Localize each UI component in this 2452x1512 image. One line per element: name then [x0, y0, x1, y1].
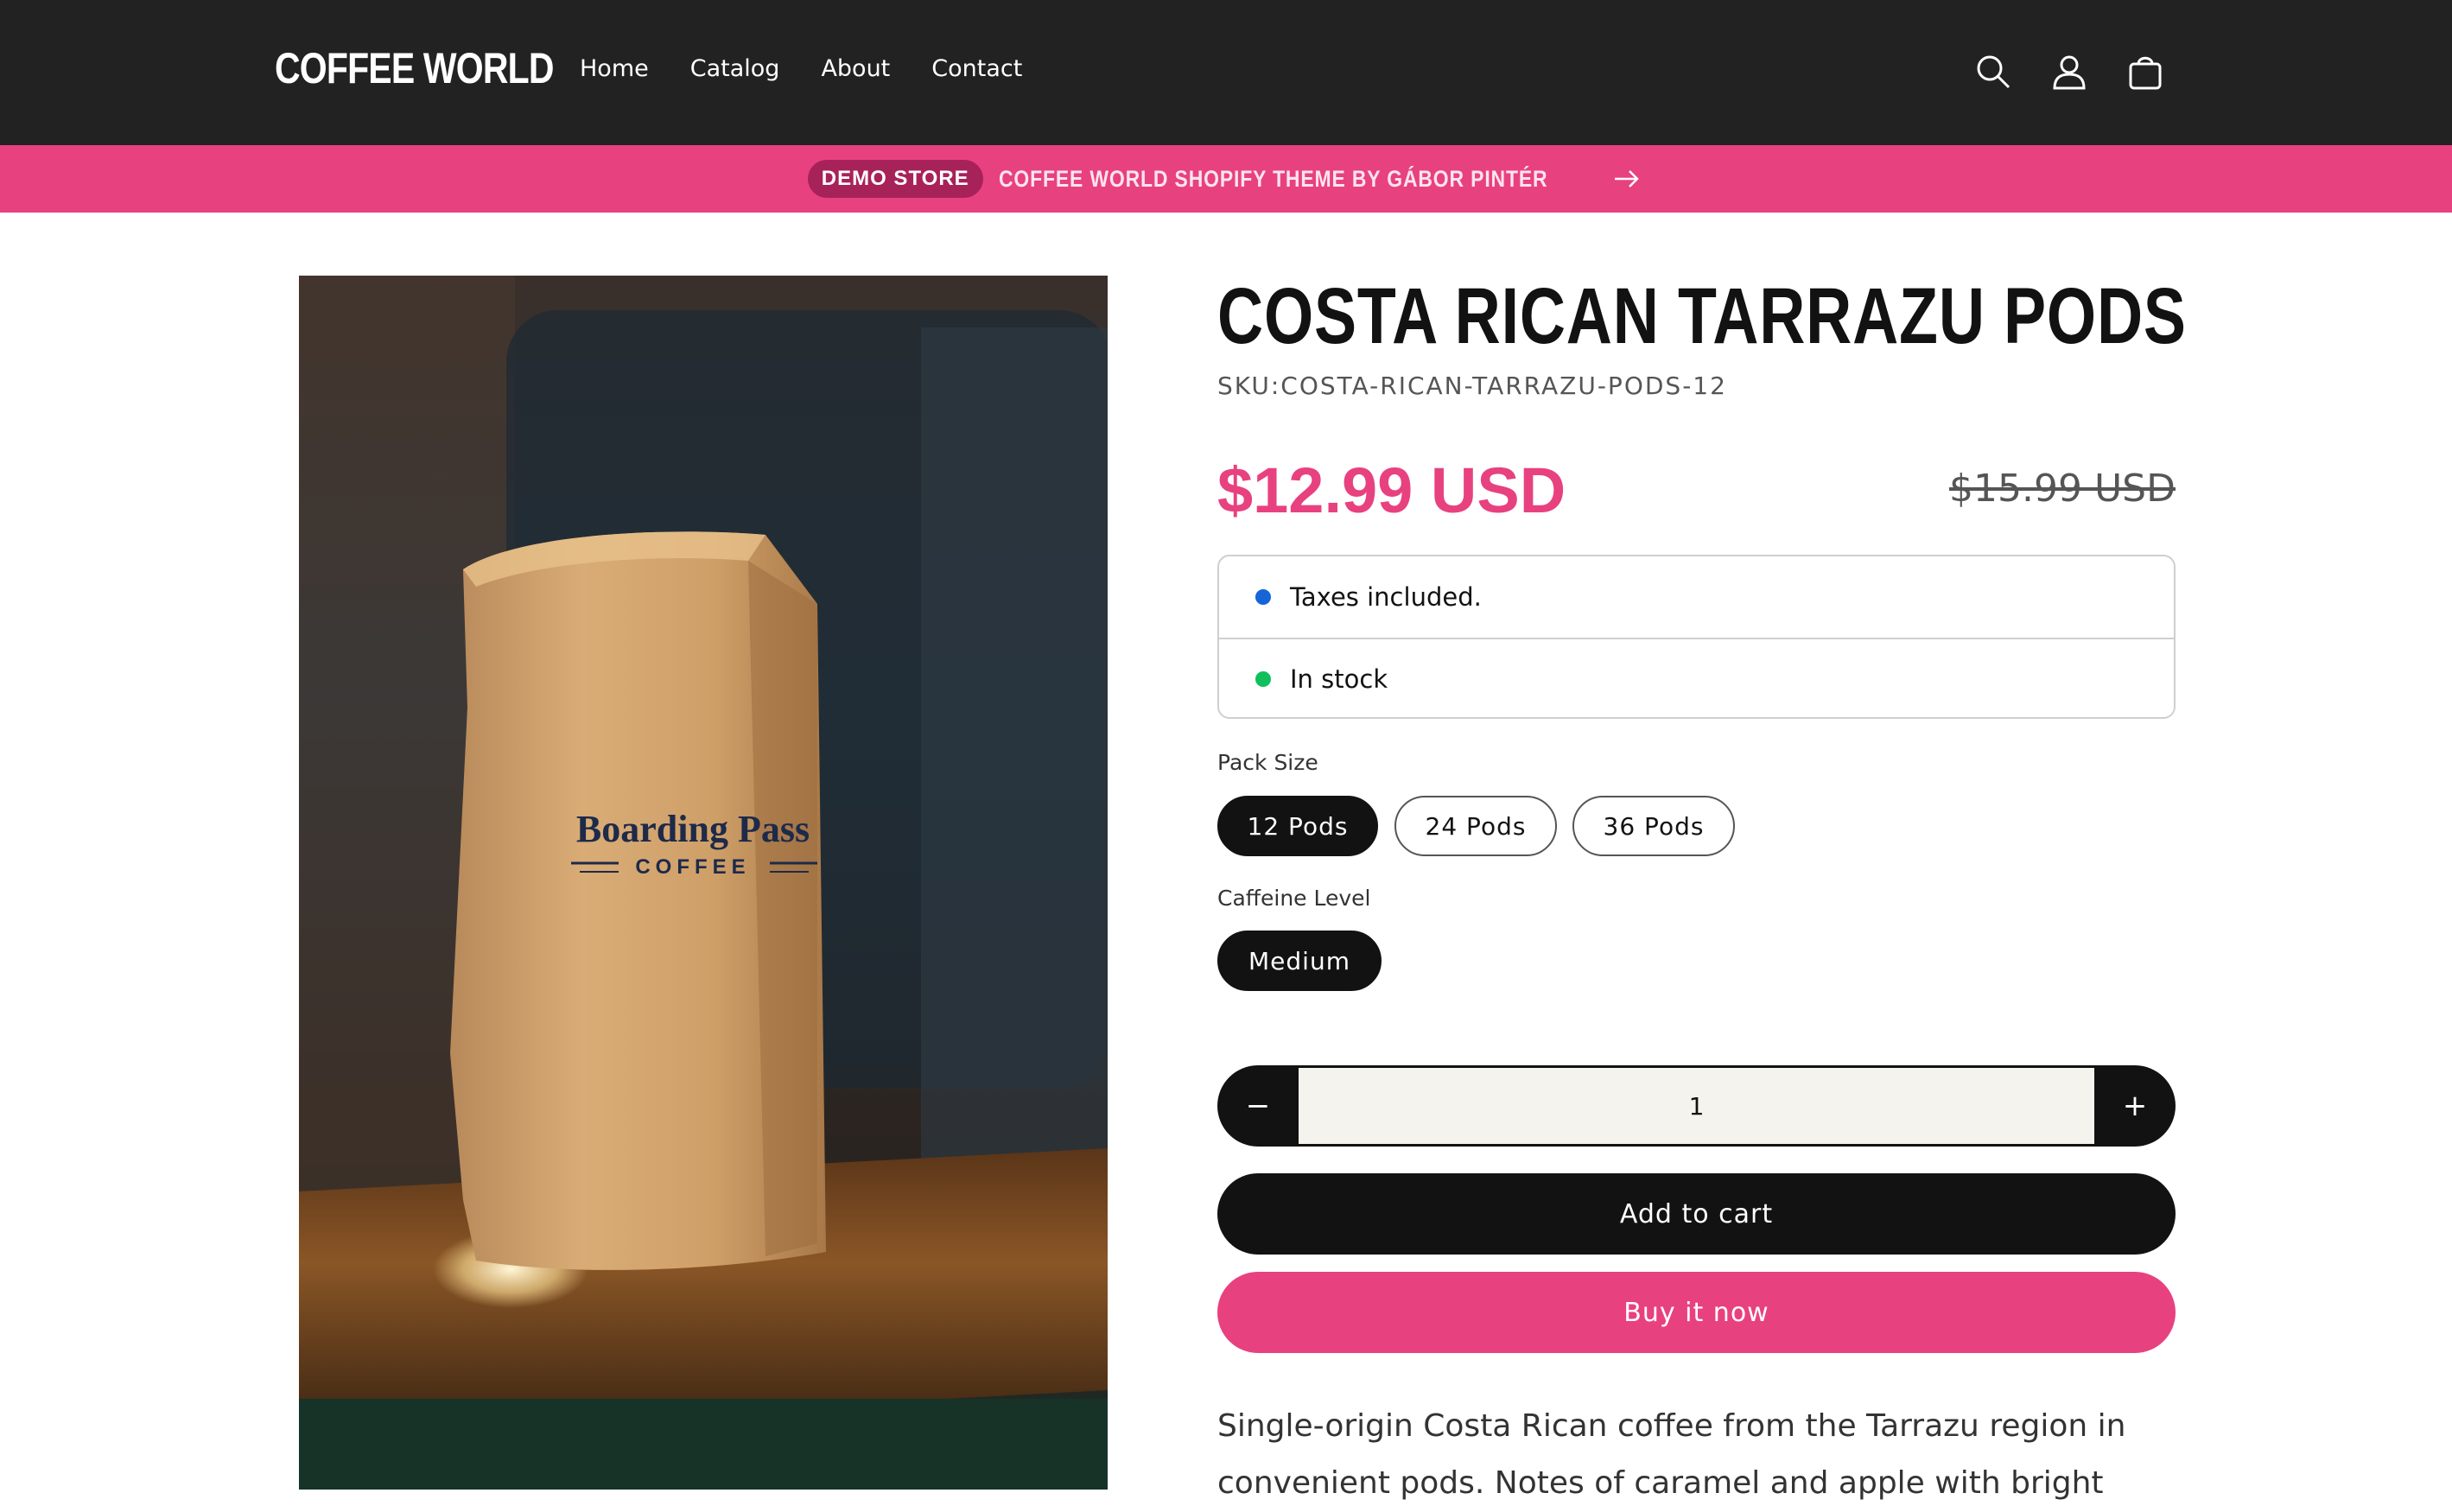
cart-icon[interactable] [2119, 45, 2172, 98]
quantity-increase-button[interactable]: + [2094, 1065, 2176, 1147]
nav-catalog[interactable]: Catalog [690, 55, 780, 82]
quantity-input[interactable]: 1 [1299, 1068, 2094, 1144]
compare-price: $15.99 USD [1949, 467, 2176, 511]
quantity-stepper: − 1 + [1217, 1065, 2176, 1147]
buy-now-button[interactable]: Buy it now [1217, 1272, 2176, 1353]
announcement-bar[interactable]: DEMO STORE COFFEE WORLD SHOPIFY THEME BY… [0, 145, 2452, 213]
add-to-cart-button[interactable]: Add to cart [1217, 1173, 2176, 1255]
demo-store-badge: DEMO STORE [807, 160, 983, 198]
announcement-text[interactable]: COFFEE WORLD SHOPIFY THEME BY GÁBOR PINT… [999, 166, 1547, 193]
product-title: COSTA RICAN TARRAZU PODS [1217, 272, 2187, 360]
product-description: Single-origin Costa Rican coffee from th… [1217, 1408, 2126, 1501]
taxes-dot-icon [1255, 589, 1271, 605]
pack-size-option-36[interactable]: 36 Pods [1572, 796, 1735, 856]
caffeine-option-medium[interactable]: Medium [1217, 931, 1382, 991]
site-logo[interactable]: COFFEE WORLD [275, 43, 555, 93]
nav-contact[interactable]: Contact [931, 55, 1022, 82]
taxes-row: Taxes included. [1219, 556, 2174, 638]
account-icon[interactable] [2042, 45, 2096, 98]
stock-row: In stock [1219, 638, 2174, 719]
in-stock-dot-icon [1255, 671, 1271, 687]
arrow-right-icon [1615, 170, 1640, 187]
nav-home[interactable]: Home [580, 55, 649, 82]
stock-text: In stock [1290, 664, 1388, 694]
caffeine-level-label: Caffeine Level [1217, 886, 1371, 911]
pack-size-label: Pack Size [1217, 750, 1318, 775]
quantity-decrease-button[interactable]: − [1217, 1065, 1299, 1147]
nav-about[interactable]: About [821, 55, 890, 82]
search-icon[interactable] [1966, 45, 2020, 98]
main-nav: Home Catalog About Contact [580, 55, 1064, 82]
svg-text:COFFEE: COFFEE [635, 855, 750, 879]
site-header: COFFEE WORLD Home Catalog About Contact [0, 0, 2452, 145]
pack-size-option-24[interactable]: 24 Pods [1394, 796, 1557, 856]
pack-size-option-12[interactable]: 12 Pods [1217, 796, 1378, 856]
product-image[interactable]: Boarding Pass COFFEE [299, 276, 1108, 1490]
product-sku: SKU:COSTA-RICAN-TARRAZU-PODS-12 [1217, 372, 1727, 400]
taxes-text: Taxes included. [1290, 582, 1482, 612]
product-info-box: Taxes included. In stock [1217, 555, 2176, 719]
sale-price: $12.99 USD [1217, 454, 1566, 526]
svg-text:Boarding Pass: Boarding Pass [576, 808, 810, 850]
